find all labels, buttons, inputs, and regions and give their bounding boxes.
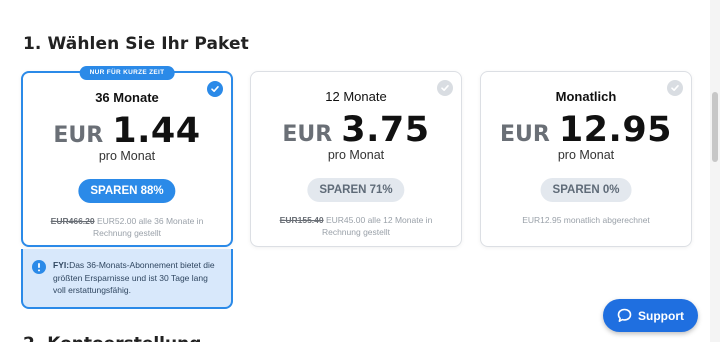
- plan-title: 36 Monate: [95, 90, 159, 105]
- original-price: EUR155.40: [279, 215, 324, 225]
- support-label: Support: [638, 308, 684, 323]
- price-amount: 12.95: [558, 110, 673, 150]
- scrollbar-thumb[interactable]: [712, 92, 718, 162]
- per-month-label: pro Monat: [98, 149, 156, 163]
- section-heading: 1. Wählen Sie Ihr Paket: [23, 34, 249, 54]
- price-amount: 1.44: [112, 111, 201, 151]
- plan-price: EUR 1.44: [23, 111, 231, 151]
- billing-text: EUR45.00 alle 12 Monate in Rechnung gest…: [321, 215, 433, 237]
- savings-badge: SPAREN 88%: [78, 179, 176, 203]
- savings-badge: SPAREN 0%: [540, 178, 632, 202]
- fyi-label: FYI:: [53, 260, 70, 270]
- price-currency: EUR: [499, 122, 550, 147]
- next-section-heading: 2. Kontoerstellung: [23, 334, 201, 342]
- billing-note: EUR12.95 monatlich abgerechnet: [491, 214, 681, 226]
- price-amount: 3.75: [341, 110, 430, 150]
- price-currency: EUR: [282, 122, 333, 147]
- plan-card-monthly[interactable]: Monatlich EUR 12.95 pro Monat SPAREN 0% …: [480, 71, 692, 247]
- savings-badge: SPAREN 71%: [307, 178, 405, 202]
- billing-text: EUR12.95 monatlich abgerechnet: [522, 215, 650, 225]
- price-currency: EUR: [53, 123, 104, 148]
- billing-note: EUR155.40 EUR45.00 alle 12 Monate in Rec…: [261, 214, 451, 238]
- page-scrollbar[interactable]: [710, 0, 720, 342]
- plan-price: EUR 3.75: [251, 110, 461, 150]
- fyi-text: Das 36-Monats-Abonnement bietet die größ…: [53, 260, 215, 295]
- plan-title: Monatlich: [555, 89, 617, 104]
- plan-price: EUR 12.95: [481, 110, 691, 150]
- original-price: EUR466.20: [50, 216, 95, 226]
- support-button[interactable]: Support: [603, 299, 698, 332]
- per-month-label: pro Monat: [557, 148, 615, 162]
- billing-text: EUR52.00 alle 36 Monate in Rechnung gest…: [92, 216, 204, 238]
- chat-bubble-icon: [617, 308, 632, 322]
- billing-note: EUR466.20 EUR52.00 alle 36 Monate in Rec…: [33, 215, 221, 239]
- info-icon: [32, 260, 46, 274]
- fyi-info-box: FYI:Das 36-Monats-Abonnement bietet die …: [21, 249, 233, 309]
- plan-title: 12 Monate: [325, 89, 387, 104]
- plan-card-36-months[interactable]: NUR FÜR KURZE ZEIT 36 Monate EUR 1.44 pr…: [21, 66, 233, 247]
- limited-time-ribbon: NUR FÜR KURZE ZEIT: [79, 66, 175, 80]
- per-month-label: pro Monat: [327, 148, 385, 162]
- plan-card-12-months[interactable]: 12 Monate EUR 3.75 pro Monat SPAREN 71% …: [250, 71, 462, 247]
